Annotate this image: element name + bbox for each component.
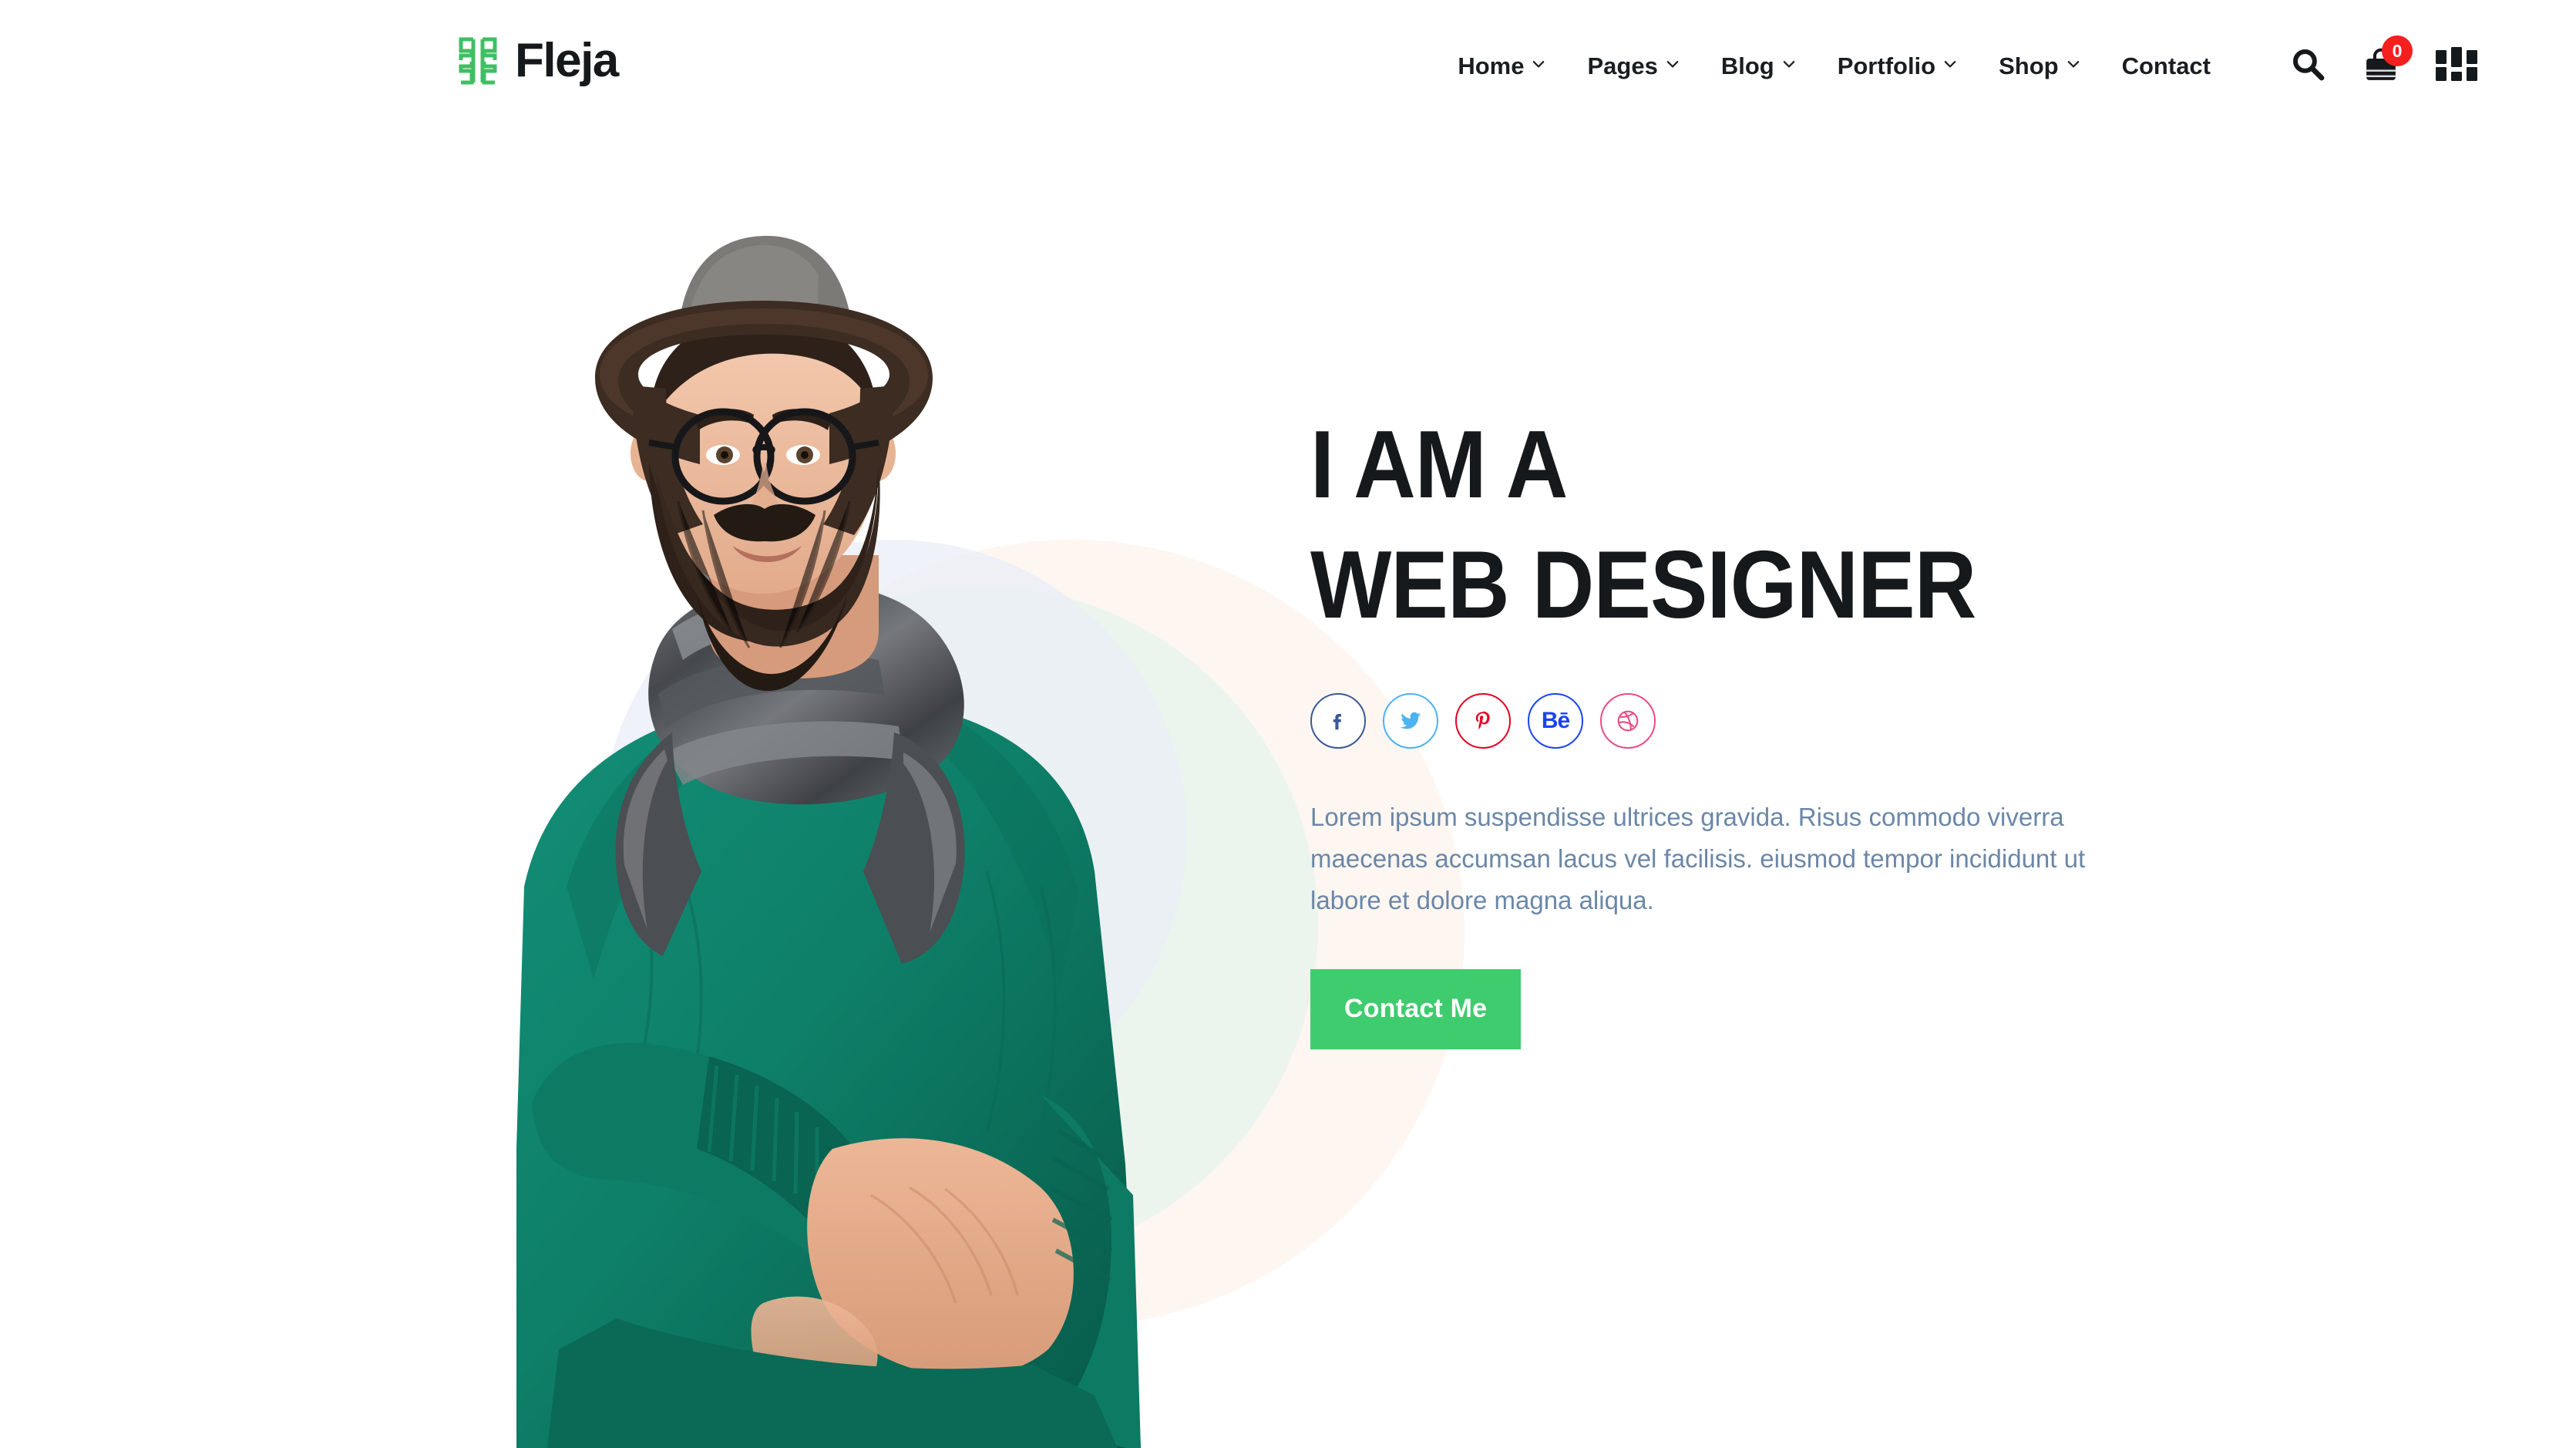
hero-paragraph: Lorem ipsum suspendisse ultrices gravida… [1310, 802, 2086, 914]
chevron-down-icon [1666, 57, 1680, 71]
nav-item-portfolio[interactable]: Portfolio [1838, 54, 1957, 78]
cart-count-badge: 0 [2382, 35, 2413, 66]
nav-item-shop[interactable]: Shop [1999, 54, 2080, 78]
social-links: Bē [1310, 692, 2197, 749]
nav-label-pages: Pages [1587, 52, 1658, 79]
search-icon [2289, 45, 2326, 86]
chevron-down-icon [1782, 57, 1796, 71]
social-link-pinterest[interactable] [1455, 692, 1511, 749]
fleja-bracket-logo-icon [456, 37, 499, 85]
hero-content: I AM A WEB DESIGNER Bē Lorem ipsum suspe… [1310, 409, 2197, 1049]
hero-portrait-image [401, 193, 1326, 1448]
chevron-down-icon [1532, 57, 1545, 71]
social-link-behance[interactable]: Bē [1528, 692, 1583, 749]
grid-menu-icon [2436, 45, 2477, 86]
main-navigation: Home Pages Blog Portfolio Shop Contact 0 [1458, 35, 2477, 89]
twitter-icon [1398, 709, 1423, 733]
dribbble-icon [1616, 709, 1640, 733]
facebook-icon [1327, 709, 1350, 732]
contact-me-button[interactable]: Contact Me [1310, 968, 1522, 1049]
nav-label-blog: Blog [1720, 52, 1774, 79]
nav-label-shop: Shop [1999, 52, 2059, 79]
hero-headline-line-2: WEB DESIGNER [1310, 532, 1976, 639]
chevron-down-icon [1943, 57, 1957, 71]
grid-menu-button[interactable] [2436, 45, 2477, 86]
social-link-twitter[interactable] [1383, 692, 1438, 749]
homepage-hero-page: Fleja Home Pages Blog Portfolio Shop Con… [0, 0, 2576, 1448]
hero-headline-line-1: I AM A [1310, 412, 1568, 518]
social-link-dribbble[interactable] [1600, 692, 1656, 749]
behance-icon: Bē [1541, 707, 1570, 733]
nav-item-pages[interactable]: Pages [1587, 54, 1679, 78]
nav-label-portfolio: Portfolio [1837, 52, 1936, 79]
site-header: Fleja Home Pages Blog Portfolio Shop Con… [0, 0, 2576, 140]
brand-logo[interactable]: Fleja [456, 34, 619, 87]
nav-label-contact: Contact [2121, 52, 2211, 79]
header-tools: 0 [2289, 35, 2477, 89]
cart-button[interactable]: 0 [2360, 35, 2413, 89]
nav-item-contact[interactable]: Contact [2122, 54, 2211, 78]
social-link-facebook[interactable] [1310, 692, 1366, 749]
nav-item-home[interactable]: Home [1458, 54, 1545, 78]
brand-name: Fleja [515, 34, 619, 87]
pinterest-icon [1471, 709, 1495, 732]
chevron-down-icon [2067, 57, 2080, 71]
search-button[interactable] [2289, 45, 2326, 86]
nav-label-home: Home [1458, 52, 1525, 79]
shopping-bag-icon [2360, 48, 2402, 89]
nav-item-blog[interactable]: Blog [1721, 54, 1796, 78]
